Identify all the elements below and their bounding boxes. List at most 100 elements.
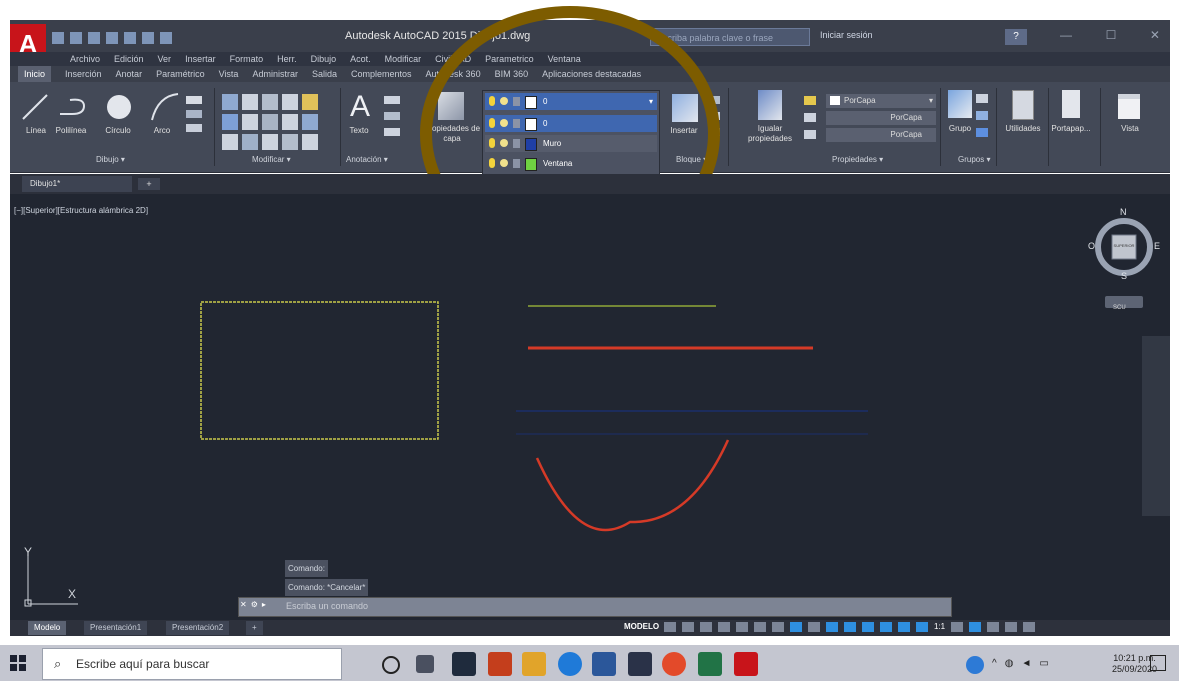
menu-item[interactable]: Acot. bbox=[350, 52, 371, 66]
menu-item[interactable]: Ver bbox=[158, 52, 172, 66]
file-explorer-icon[interactable] bbox=[522, 652, 546, 676]
help-button[interactable]: ? bbox=[1005, 29, 1027, 45]
chrome-icon[interactable] bbox=[662, 652, 686, 676]
document-tab[interactable]: Dibujo1* bbox=[22, 176, 132, 192]
line-icon[interactable] bbox=[20, 92, 50, 122]
ribbon-tab[interactable]: Inicio bbox=[18, 66, 52, 82]
annotation-panel-label[interactable]: Anotación ▾ bbox=[346, 155, 388, 164]
model-space-button[interactable]: MODELO bbox=[624, 622, 659, 631]
annotation-scale[interactable]: 1:1 bbox=[934, 622, 945, 634]
undo-icon[interactable] bbox=[142, 32, 154, 44]
draw-small-tools[interactable] bbox=[186, 96, 210, 146]
minimize-icon[interactable]: — bbox=[1060, 28, 1072, 42]
tab-layout2[interactable]: Presentación2 bbox=[166, 621, 230, 635]
new-tab-button[interactable]: + bbox=[138, 178, 160, 190]
properties-panel-label[interactable]: Propiedades ▾ bbox=[832, 155, 883, 164]
circle-tool-label[interactable]: Círculo bbox=[96, 126, 140, 135]
north-label[interactable]: N bbox=[1120, 207, 1127, 217]
east-label[interactable]: E bbox=[1154, 241, 1160, 251]
wrench-icon[interactable]: ⚙ bbox=[251, 600, 258, 612]
match-properties-icon[interactable] bbox=[758, 90, 782, 120]
text-icon[interactable]: A bbox=[350, 90, 370, 124]
calculator-icon[interactable] bbox=[1012, 90, 1034, 120]
windows-start-icon[interactable] bbox=[8, 653, 28, 673]
tab-layout1[interactable]: Presentación1 bbox=[84, 621, 148, 635]
ribbon-tab[interactable]: Inserción bbox=[65, 66, 102, 82]
ribbon-tab[interactable]: Complementos bbox=[351, 66, 412, 82]
west-label[interactable]: O bbox=[1088, 241, 1095, 251]
ribbon-tab[interactable]: Paramétrico bbox=[156, 66, 205, 82]
polyline-icon[interactable] bbox=[56, 92, 90, 122]
ribbon-tab[interactable]: Vista bbox=[219, 66, 239, 82]
command-line-buttons[interactable]: ✕ ⚙ ▸ bbox=[240, 600, 284, 612]
close-icon[interactable]: ✕ bbox=[1150, 28, 1160, 42]
discord-icon[interactable] bbox=[628, 652, 652, 676]
circle-icon[interactable] bbox=[104, 92, 134, 122]
tab-model[interactable]: Modelo bbox=[28, 621, 67, 635]
lineweight-select[interactable]: PorCapa bbox=[826, 128, 936, 142]
new-icon[interactable] bbox=[52, 32, 64, 44]
redo-icon[interactable] bbox=[160, 32, 172, 44]
menu-item[interactable]: Archivo bbox=[70, 52, 100, 66]
tab-add-layout[interactable]: + bbox=[246, 621, 263, 635]
view-icon[interactable] bbox=[1118, 94, 1140, 119]
annotation-small-tools[interactable] bbox=[384, 96, 406, 146]
arc-tool-label[interactable]: Arco bbox=[146, 126, 178, 135]
notifications-icon[interactable] bbox=[1150, 655, 1166, 671]
powerpoint-icon[interactable] bbox=[488, 652, 512, 676]
clipboard-icon[interactable] bbox=[1062, 90, 1080, 118]
menu-item[interactable]: Dibujo bbox=[311, 52, 337, 66]
modify-tools[interactable] bbox=[222, 94, 332, 150]
clipboard-label[interactable]: Portapap... bbox=[1046, 124, 1096, 133]
open-icon[interactable] bbox=[70, 32, 82, 44]
groups-panel-label[interactable]: Grupos ▾ bbox=[958, 155, 990, 164]
wcs-menu[interactable]: SCU bbox=[1105, 296, 1143, 311]
arc-icon[interactable] bbox=[148, 92, 182, 122]
navigation-bar[interactable] bbox=[1142, 336, 1170, 516]
quick-access-toolbar[interactable] bbox=[52, 30, 232, 46]
save-as-icon[interactable] bbox=[106, 32, 118, 44]
system-tray[interactable]: ^ ◍ ◄ ▭ bbox=[992, 658, 1072, 672]
window-controls[interactable]: — ☐ ✕ bbox=[1060, 28, 1160, 42]
command-input[interactable]: Escriba un comando bbox=[286, 600, 926, 612]
draw-panel-label[interactable]: Dibujo ▾ bbox=[96, 155, 125, 164]
save-icon[interactable] bbox=[88, 32, 100, 44]
recent-commands-icon[interactable]: ▸ bbox=[262, 600, 266, 612]
text-tool-label[interactable]: Texto bbox=[344, 126, 374, 135]
utilities-label[interactable]: Utilidades bbox=[1000, 124, 1046, 133]
store-icon[interactable] bbox=[452, 652, 476, 676]
viewcube[interactable]: N S E O SUPERIOR bbox=[1088, 207, 1160, 287]
ribbon-tab[interactable]: Salida bbox=[312, 66, 337, 82]
autocad-taskbar-icon[interactable] bbox=[734, 652, 758, 676]
modify-panel-label[interactable]: Modificar ▾ bbox=[252, 155, 291, 164]
polyline-tool-label[interactable]: Polilínea bbox=[50, 126, 92, 135]
match-properties-label[interactable]: Igualar propiedades bbox=[740, 124, 800, 144]
print-icon[interactable] bbox=[124, 32, 136, 44]
group-icon[interactable] bbox=[948, 90, 972, 118]
menu-item[interactable]: Insertar bbox=[185, 52, 216, 66]
drawing-entities[interactable]: Y X bbox=[10, 194, 1170, 632]
linetype-select[interactable]: PorCapa bbox=[826, 111, 936, 125]
menu-item[interactable]: Edición bbox=[114, 52, 144, 66]
south-label[interactable]: S bbox=[1121, 271, 1127, 281]
menu-item[interactable]: Herr. bbox=[277, 52, 297, 66]
menu-item[interactable]: Modificar bbox=[385, 52, 422, 66]
cortana-icon[interactable] bbox=[382, 656, 400, 674]
ribbon-tab[interactable]: Administrar bbox=[252, 66, 298, 82]
view-label[interactable]: Vista bbox=[1110, 124, 1150, 133]
close-icon[interactable]: ✕ bbox=[240, 600, 247, 612]
status-toggles[interactable]: 1:1 bbox=[664, 622, 1164, 634]
task-view-icon[interactable] bbox=[416, 655, 434, 673]
word-icon[interactable] bbox=[592, 652, 616, 676]
edge-icon[interactable] bbox=[558, 652, 582, 676]
maximize-icon[interactable]: ☐ bbox=[1106, 28, 1117, 42]
ribbon-tab[interactable]: Anotar bbox=[116, 66, 143, 82]
group-small-tools[interactable] bbox=[976, 94, 992, 144]
globe-icon[interactable] bbox=[966, 656, 984, 674]
signin-button[interactable]: Iniciar sesión bbox=[820, 30, 873, 40]
taskbar-search-placeholder[interactable]: Escribe aquí para buscar bbox=[76, 657, 209, 671]
color-select[interactable]: PorCapa ▾ bbox=[826, 94, 936, 108]
menu-item[interactable]: Formato bbox=[230, 52, 264, 66]
group-label[interactable]: Grupo bbox=[944, 124, 976, 133]
excel-icon[interactable] bbox=[698, 652, 722, 676]
